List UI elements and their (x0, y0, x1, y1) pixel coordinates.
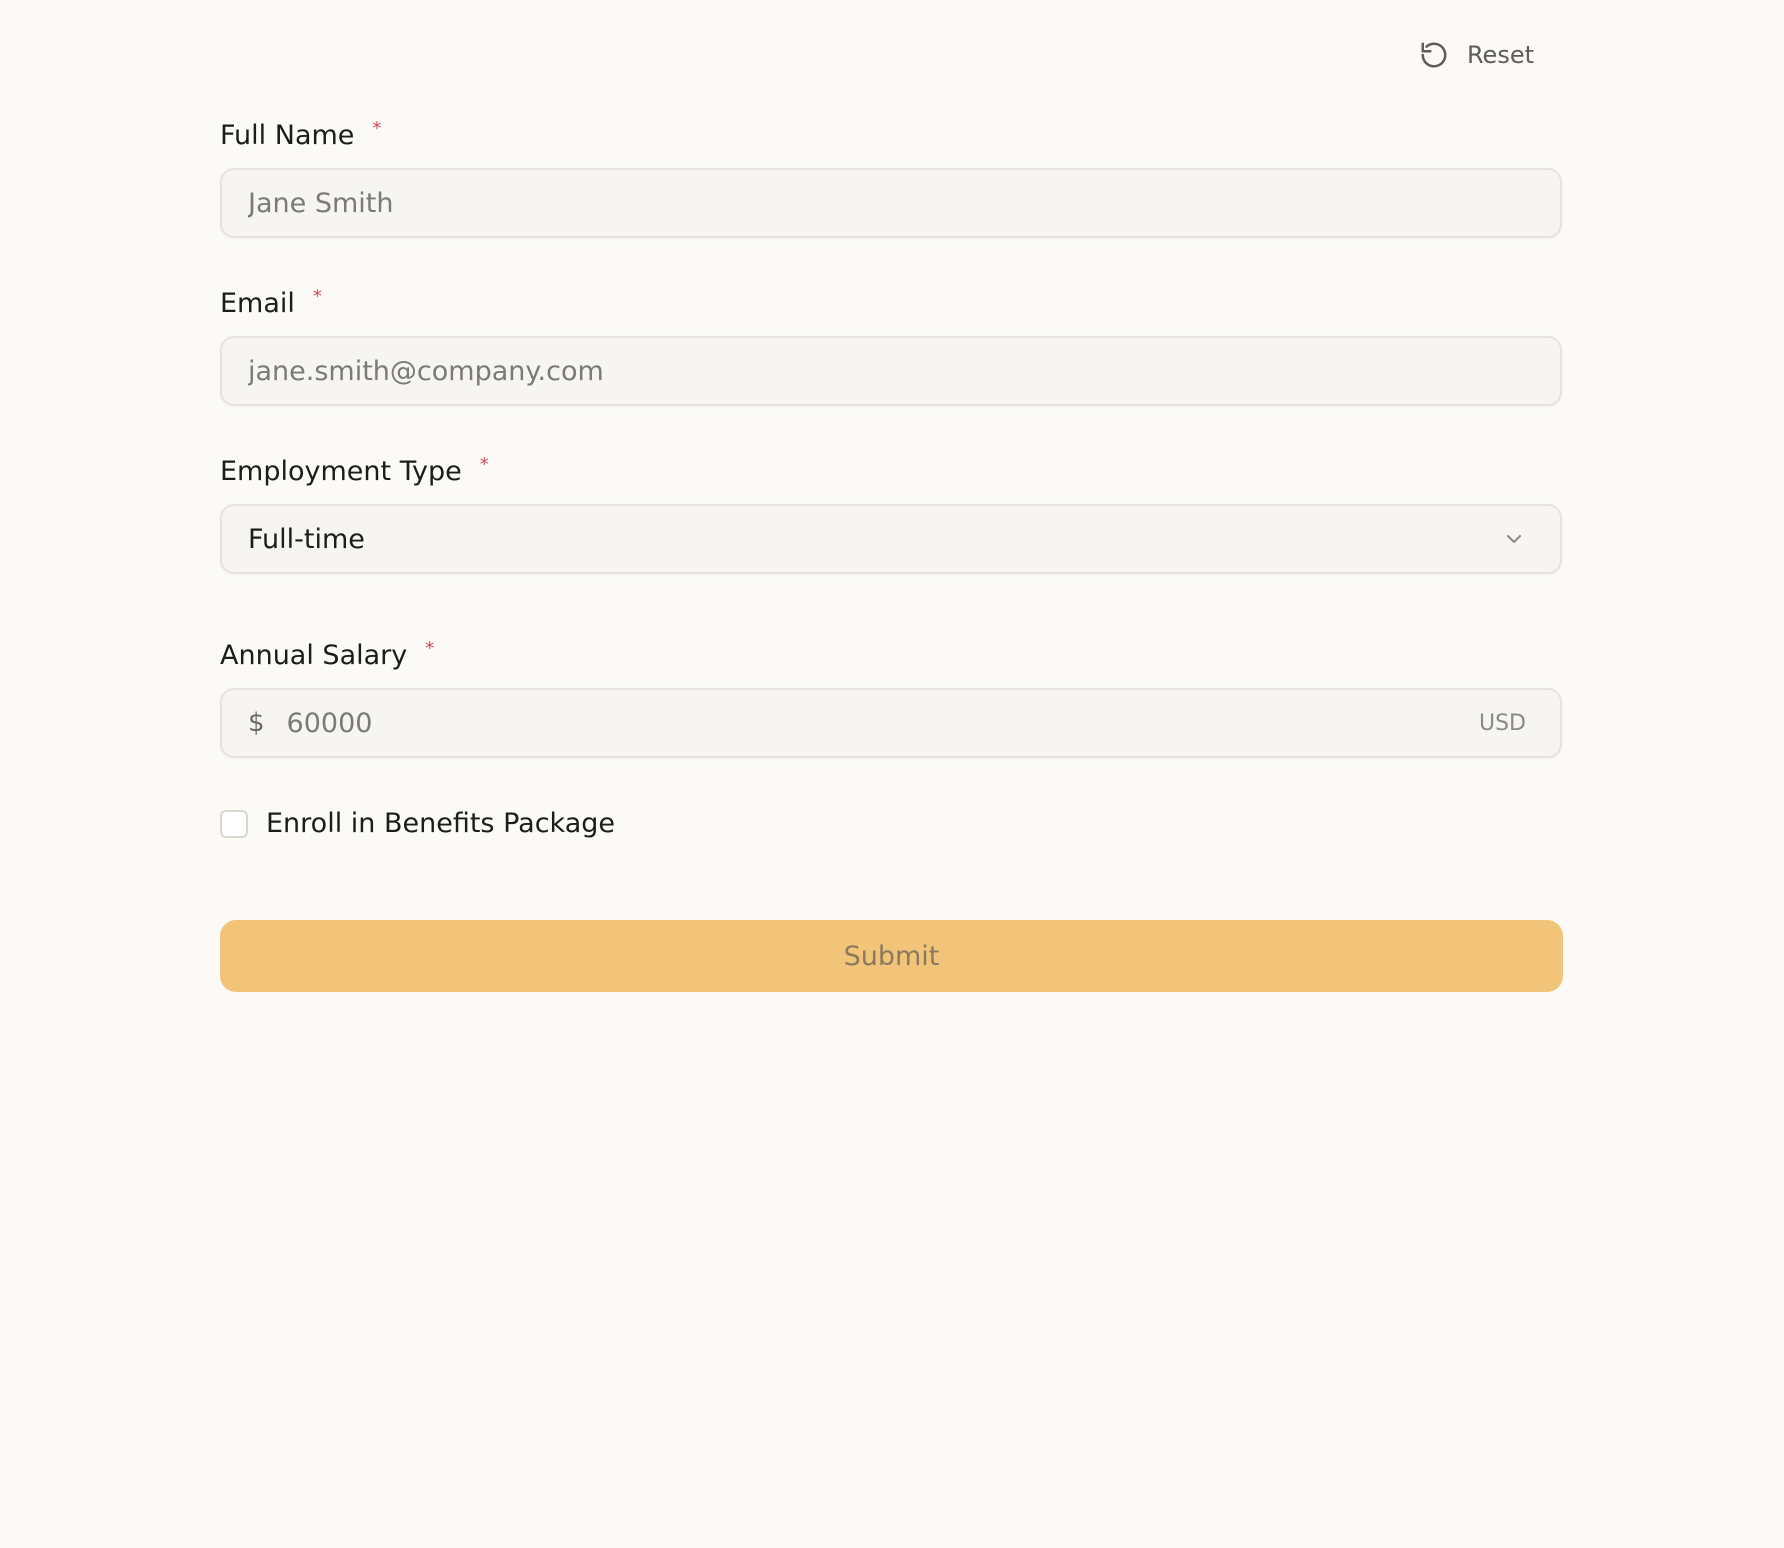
currency-suffix: USD (1478, 710, 1526, 736)
reset-label: Reset (1466, 41, 1534, 69)
email-label: Email * (220, 286, 322, 319)
email-input[interactable] (248, 355, 1534, 387)
required-mark: * (479, 454, 489, 475)
reset-button[interactable]: Reset (1419, 40, 1534, 70)
submit-button[interactable]: Submit (220, 920, 1563, 992)
currency-prefix: $ (248, 708, 265, 738)
email-field (220, 336, 1562, 406)
required-mark: * (425, 638, 435, 659)
reset-icon (1419, 40, 1449, 70)
employment-type-label: Employment Type * (220, 454, 489, 487)
benefits-checkbox[interactable] (220, 809, 248, 838)
full-name-field (220, 168, 1562, 238)
chevron-down-icon (1502, 527, 1534, 551)
annual-salary-field: $ USD (220, 688, 1562, 758)
employment-type-select[interactable]: Full-time (220, 504, 1562, 574)
required-mark: * (372, 118, 382, 139)
full-name-label: Full Name * (220, 118, 382, 151)
employment-type-value: Full-time (248, 523, 365, 555)
annual-salary-label: Annual Salary * (220, 638, 435, 671)
required-mark: * (312, 286, 322, 307)
benefits-row[interactable]: Enroll in Benefits Package (220, 808, 615, 839)
full-name-input[interactable] (248, 187, 1534, 219)
benefits-label: Enroll in Benefits Package (266, 808, 615, 839)
annual-salary-input[interactable] (286, 707, 1479, 739)
